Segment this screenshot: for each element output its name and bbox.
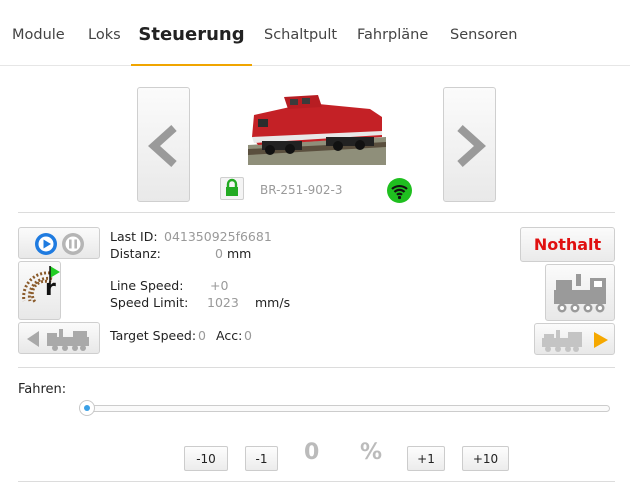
loco-function-button[interactable] xyxy=(545,264,615,321)
speed-limit-unit: mm/s xyxy=(255,295,291,310)
acc-label: Acc: xyxy=(216,328,243,343)
locomotive-icon xyxy=(554,274,606,313)
distance-value: 0 xyxy=(215,246,223,261)
play-pause-button[interactable] xyxy=(18,227,100,259)
acc-value: 0 xyxy=(244,328,252,343)
speed-plus-10-button[interactable]: +10 xyxy=(462,446,509,471)
speed-percent-unit: % xyxy=(360,440,383,465)
speed-slider-thumb[interactable] xyxy=(79,400,95,416)
divider xyxy=(18,212,615,213)
previous-loco-button[interactable] xyxy=(137,87,190,202)
tab-loks[interactable]: Loks xyxy=(88,0,121,66)
tab-fahrplaene[interactable]: Fahrpläne xyxy=(357,0,428,66)
speed-percent-value: 0 xyxy=(304,440,320,465)
reverse-direction-button[interactable] xyxy=(18,322,100,354)
play-pause-icon xyxy=(35,233,84,255)
tab-steuerung[interactable]: Steuerung xyxy=(131,0,252,66)
turntable-letter: r xyxy=(45,276,56,301)
line-speed-value: +0 xyxy=(210,278,229,293)
tab-schaltpult[interactable]: Schaltpult xyxy=(264,0,337,66)
forward-direction-button[interactable] xyxy=(534,323,615,355)
chevron-left-icon xyxy=(148,125,177,167)
target-speed-label: Target Speed: xyxy=(110,328,197,343)
wifi-icon xyxy=(391,184,408,200)
last-id-label: Last ID: xyxy=(110,229,158,244)
speed-minus-1-button[interactable]: -1 xyxy=(245,446,278,471)
divider xyxy=(18,367,615,368)
wifi-status xyxy=(387,178,412,203)
next-loco-button[interactable] xyxy=(443,87,496,202)
locomotive-photo xyxy=(248,87,386,165)
distance-label: Distanz: xyxy=(110,246,161,261)
tab-bar: Module Loks Steuerung Schaltpult Fahrplä… xyxy=(0,0,630,66)
speed-slider-track[interactable] xyxy=(84,405,610,412)
tab-module[interactable]: Module xyxy=(12,0,65,66)
distance-unit: mm xyxy=(227,246,252,261)
forward-loco-icon xyxy=(542,330,608,352)
chevron-right-icon xyxy=(457,125,486,167)
speed-minus-10-button[interactable]: -10 xyxy=(184,446,228,471)
fahren-label: Fahren: xyxy=(18,382,67,397)
turntable-button[interactable]: r xyxy=(18,261,61,320)
lock-button[interactable] xyxy=(220,177,244,200)
speed-plus-1-button[interactable]: +1 xyxy=(407,446,445,471)
loco-name: BR-251-902-3 xyxy=(260,183,343,197)
speed-limit-value: 1023 xyxy=(207,295,239,310)
tab-sensoren[interactable]: Sensoren xyxy=(450,0,518,66)
line-speed-label: Line Speed: xyxy=(110,278,184,293)
divider xyxy=(18,481,615,482)
last-id-value: 041350925f6681 xyxy=(164,229,272,244)
speed-limit-label: Speed Limit: xyxy=(110,295,189,310)
emergency-stop-button[interactable]: Nothalt xyxy=(520,227,615,262)
reverse-loco-icon xyxy=(27,329,89,351)
target-speed-value: 0 xyxy=(198,328,206,343)
lock-icon xyxy=(226,178,238,196)
